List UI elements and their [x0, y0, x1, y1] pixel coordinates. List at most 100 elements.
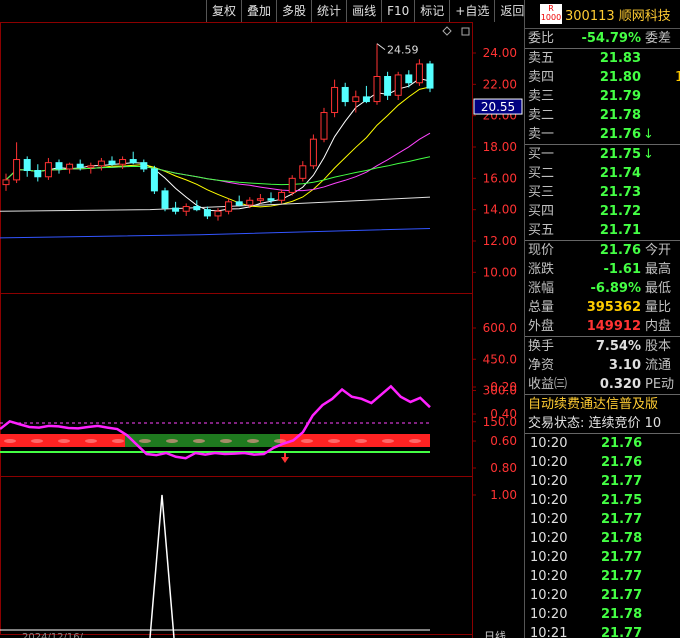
period-label: 日线	[484, 629, 506, 638]
volume-panel: 1.00 0.80 0.60 0.40 0.20 2024/12/16/日线	[0, 380, 517, 638]
quote-row-2-value: -6.89%	[590, 281, 642, 296]
indicator-panel: 600.0450.0300.0150.0	[0, 321, 517, 463]
quote-row-4-value: 149912	[586, 319, 641, 334]
quote-row-0[interactable]: 现价 21.76 今开	[525, 241, 680, 260]
toolbar-button-5[interactable]: F10	[381, 0, 415, 22]
ribbon-dot	[247, 439, 259, 443]
toolbar-button-1[interactable]: 叠加	[241, 0, 277, 22]
bid-row-4[interactable]: 买五 21.71	[525, 221, 680, 240]
tick-price: 21.77	[601, 512, 643, 527]
bid-row-2-value: 21.73	[599, 185, 641, 200]
toolbar-button-4[interactable]: 画线	[346, 0, 382, 22]
quote-row-1-label: 涨跌	[528, 262, 555, 277]
diamond-icon	[442, 26, 452, 36]
bid-row-1-label: 买二	[528, 166, 555, 181]
stats-row-1[interactable]: 净资 3.10 流通	[525, 356, 680, 375]
ask-row-3-value: 21.78	[599, 108, 641, 123]
ask-row-3-label: 卖二	[528, 108, 555, 123]
tick-price: 21.78	[601, 531, 643, 546]
stats-row-1-label2: 流通	[645, 358, 672, 373]
candle-body	[299, 165, 307, 179]
toolbar-button-0[interactable]: 复权	[206, 0, 242, 22]
candle-body	[66, 163, 74, 170]
volume-tick-label: 0.40	[490, 407, 517, 421]
toolbar-button-6[interactable]: 标记	[414, 0, 450, 22]
toolbar-button-7[interactable]: +自选	[449, 0, 495, 22]
chart-border	[0, 22, 473, 635]
candle-body	[235, 201, 243, 206]
candle-body	[426, 63, 434, 89]
quote-row-2[interactable]: 涨幅 -6.89% 最低	[525, 279, 680, 298]
candle-body	[331, 86, 339, 114]
kline-chart[interactable]: 24.59 600.0450.0300.0150.0 1.000.800.600…	[0, 0, 524, 638]
ask-row-4-arrow-icon: ↓	[643, 127, 654, 142]
trade-status-row: 交易状态: 连续竞价 10	[528, 416, 662, 431]
tick-row: 10:20 21.77	[525, 472, 680, 491]
tick-row: 10:20 21.78	[525, 605, 680, 624]
ribbon-dot	[112, 439, 124, 443]
ask-row-4[interactable]: 卖一 21.76 ↓	[525, 125, 680, 144]
quote-row-4[interactable]: 外盘 149912 内盘	[525, 317, 680, 336]
quote-row-3[interactable]: 总量 395362 量比	[525, 298, 680, 317]
ask-row-0-label: 卖五	[528, 51, 555, 66]
quote-row-1[interactable]: 涨跌 -1.61 最高	[525, 260, 680, 279]
tick-price: 21.77	[601, 588, 643, 603]
ask-row-1-label: 卖四	[528, 70, 555, 85]
ma-line-10	[5, 86, 431, 208]
candle-body	[384, 76, 392, 96]
ribbon-dot	[301, 439, 313, 443]
tick-price: 21.75	[601, 493, 643, 508]
bid-row-1-value: 21.74	[599, 166, 641, 181]
tick-price: 21.76	[601, 455, 643, 470]
bid-row-3-label: 买四	[528, 204, 555, 219]
indicator-tick-label: 450.0	[483, 352, 517, 366]
indicator-line	[0, 384, 431, 460]
tick-price: 21.76	[601, 436, 643, 451]
toolbar-button-2[interactable]: 多股	[276, 0, 312, 22]
stats-row-0-label2: 股本	[645, 339, 672, 354]
stats-row-2[interactable]: 收益㈢ 0.320 PE动	[525, 375, 680, 394]
ask-row-0[interactable]: 卖五 21.83	[525, 49, 680, 68]
bid-row-3-value: 21.72	[599, 204, 641, 219]
chart-grid	[0, 22, 473, 638]
toolbar-button-3[interactable]: 统计	[311, 0, 347, 22]
quote-row-0-value: 21.76	[599, 243, 641, 258]
bid-row-3[interactable]: 买四 21.72	[525, 202, 680, 221]
square-icon	[461, 27, 470, 36]
ask-row-2[interactable]: 卖三 21.79	[525, 87, 680, 106]
candle-body	[320, 112, 328, 140]
stock-code-name[interactable]: 300113 顺网科技	[565, 5, 671, 24]
volume-tick-label: 1.00	[490, 488, 517, 502]
ribbon-dot	[4, 439, 16, 443]
ask-row-2-value: 21.79	[599, 89, 641, 104]
candle-body	[34, 170, 42, 178]
tick-time: 10:20	[530, 474, 568, 489]
quote-row-1-label2: 最高	[645, 262, 672, 277]
bid-row-1[interactable]: 买二 21.74	[525, 164, 680, 183]
quote-row-0-label: 现价	[528, 243, 555, 258]
quote-row-2-label: 涨幅	[528, 281, 555, 296]
candle-body	[267, 198, 275, 201]
ask-list: 卖五 21.83 卖四 21.80 1 卖三 21.79 卖二 21.78 卖一 21.76↓	[525, 49, 680, 144]
ribbon-dot	[193, 439, 205, 443]
candle-body	[119, 159, 127, 165]
tick-time: 10:20	[530, 569, 568, 584]
tick-row: 10:20 21.76	[525, 434, 680, 453]
ask-row-2-label: 卖三	[528, 89, 555, 104]
candle-body	[246, 199, 254, 206]
ask-row-1[interactable]: 卖四 21.80 1	[525, 68, 680, 87]
ma-line-long	[0, 196, 431, 212]
chart-toolbar: 复权 叠加 多股 统计 画线 F10 标记 +自选 返回	[206, 0, 530, 22]
bid-row-2[interactable]: 买三 21.73	[525, 183, 680, 202]
ribbon-dot	[382, 439, 394, 443]
tick-time: 10:21	[530, 626, 568, 638]
price-tick-label: 22.00	[483, 77, 517, 91]
candle-body	[140, 162, 148, 170]
stats-row-0-label: 换手	[528, 339, 555, 354]
stats-list: 换手 7.54% 股本 净资 3.10 流通 收益㈢ 0.320 PE动	[525, 337, 680, 394]
stats-row-0[interactable]: 换手 7.54% 股本	[525, 337, 680, 356]
candle-body	[97, 160, 105, 167]
ribbon-dot	[166, 439, 178, 443]
bid-row-0[interactable]: 买一 21.75 ↓	[525, 145, 680, 164]
ask-row-3[interactable]: 卖二 21.78	[525, 106, 680, 125]
